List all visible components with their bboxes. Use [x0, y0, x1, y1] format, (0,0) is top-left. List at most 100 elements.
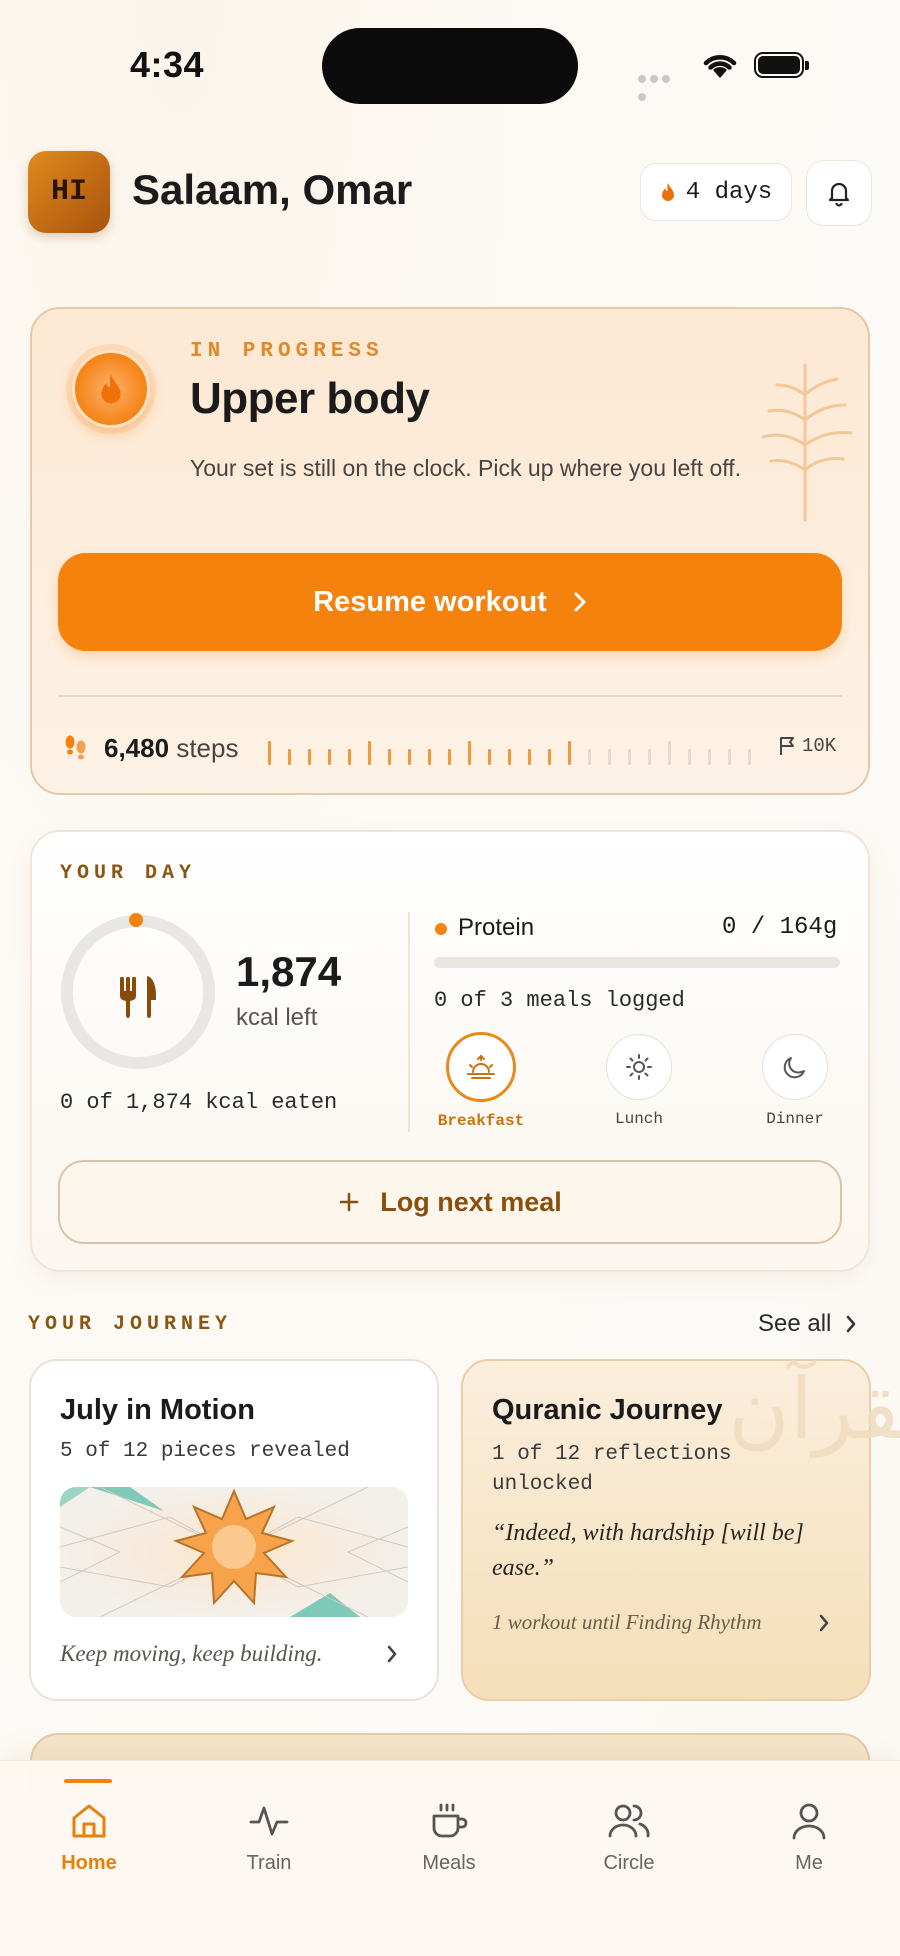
- chevron-right-icon: [818, 1613, 830, 1638]
- steps-tick: [748, 749, 751, 765]
- active-tab-indicator: [64, 1779, 112, 1783]
- tab-train-label: Train: [246, 1852, 292, 1874]
- meal-dinner-label: Dinner: [766, 1110, 824, 1128]
- workout-description: Your set is still on the clock. Pick up …: [190, 455, 742, 481]
- flame-icon: [661, 183, 674, 201]
- sunrise-icon: [446, 1032, 516, 1102]
- steps-tick: [268, 741, 271, 765]
- workout-card: [30, 307, 870, 795]
- sun-icon: [606, 1034, 672, 1100]
- tab-meals[interactable]: Meals: [389, 1800, 509, 1875]
- steps-tick: [648, 749, 651, 765]
- journey-section-label: YOUR JOURNEY: [28, 1313, 233, 1336]
- flag-icon: [780, 737, 794, 755]
- journey-card-motion-caption: Keep moving, keep building.: [60, 1641, 323, 1666]
- protein-label: Protein: [458, 914, 535, 941]
- streak-label: 4 days: [685, 178, 773, 206]
- steps-tick: [728, 749, 731, 765]
- workout-status: IN PROGRESS: [190, 340, 384, 363]
- journey-card-quran-footer: 1 workout until Finding Rhythm: [492, 1610, 762, 1634]
- steps-tick: [548, 749, 551, 765]
- battery-icon: [754, 52, 809, 78]
- steps-value: 6,480: [104, 733, 170, 763]
- log-next-meal-button[interactable]: Log next meal: [58, 1160, 842, 1244]
- bell-icon: [828, 182, 850, 207]
- cellular-signal-icon: [638, 70, 684, 101]
- steps-unit: steps: [176, 733, 239, 763]
- tab-meals-label: Meals: [422, 1852, 476, 1874]
- steps-tick: [488, 749, 491, 765]
- see-all-link[interactable]: See all: [758, 1310, 857, 1338]
- meal-breakfast[interactable]: Breakfast: [421, 1032, 541, 1130]
- steps-tick: [428, 749, 431, 765]
- calorie-ring: [58, 912, 218, 1077]
- meal-dinner[interactable]: Dinner: [735, 1034, 855, 1128]
- kcal-left-value: 1,874: [236, 948, 342, 995]
- protein-value: 0 / 164g: [722, 914, 838, 941]
- avatar[interactable]: HI: [28, 151, 110, 233]
- see-all-label: See all: [758, 1310, 832, 1337]
- home-icon: [72, 1804, 106, 1838]
- workout-title: Upper body: [190, 374, 430, 423]
- steps-tick: [328, 749, 331, 765]
- day-divider: [408, 912, 410, 1132]
- workout-divider: [58, 695, 842, 697]
- activity-icon: [249, 1806, 289, 1836]
- steps-goal-label: 10K: [802, 735, 837, 757]
- steps-tick: [348, 749, 351, 765]
- steps-goal: 10K: [778, 735, 836, 757]
- fork-knife-icon: [120, 976, 156, 1018]
- wheat-decoration-icon: [755, 355, 855, 530]
- tab-home-label: Home: [61, 1852, 117, 1874]
- steps-tick: [368, 741, 371, 765]
- steps-tick: [468, 741, 471, 765]
- app-screen: 4:34 HI Salaam, Omar 4 days IN PROGRESS …: [0, 0, 900, 1956]
- moon-icon: [762, 1034, 828, 1100]
- journey-card-quran-title: Quranic Journey: [492, 1394, 723, 1426]
- resume-workout-button[interactable]: Resume workout: [58, 553, 842, 651]
- journey-card-motion-subtitle: 5 of 12 pieces revealed: [60, 1440, 350, 1463]
- person-icon: [792, 1803, 826, 1840]
- tab-me[interactable]: Me: [749, 1800, 869, 1875]
- journey-card-quran-subtitle: 1 of 12 reflections unlocked: [492, 1443, 732, 1496]
- steps-tick: [688, 749, 691, 765]
- resume-workout-label: Resume workout: [313, 585, 547, 618]
- tab-home[interactable]: Home: [29, 1800, 149, 1875]
- chevron-right-icon: [847, 1315, 856, 1333]
- steps-tick: [668, 741, 671, 765]
- log-next-meal-label: Log next meal: [380, 1186, 562, 1217]
- chevron-right-icon: [386, 1644, 398, 1669]
- steps-tick: [608, 749, 611, 765]
- kcal-left-label: kcal left: [236, 1004, 318, 1031]
- tab-circle[interactable]: Circle: [569, 1800, 689, 1875]
- protein-progress-bar: [434, 957, 840, 968]
- meals-logged: 0 of 3 meals logged: [434, 988, 685, 1013]
- chevron-right-icon: [574, 592, 586, 612]
- dynamic-island: [322, 28, 578, 104]
- tab-circle-label: Circle: [603, 1852, 655, 1874]
- steps-tick: [528, 749, 531, 765]
- steps-tick: [388, 749, 391, 765]
- people-icon: [608, 1804, 650, 1838]
- workout-flame-icon: [72, 350, 150, 428]
- steps-tick: [448, 749, 451, 765]
- streak-badge[interactable]: 4 days: [640, 163, 792, 221]
- steps-tick: [508, 749, 511, 765]
- meal-lunch[interactable]: Lunch: [579, 1034, 699, 1128]
- journey-card-motion-title: July in Motion: [60, 1394, 255, 1426]
- steps-tick: [308, 749, 311, 765]
- meal-lunch-label: Lunch: [614, 1110, 663, 1128]
- steps-tick: [708, 749, 711, 765]
- wifi-icon: [700, 50, 740, 85]
- footprints-icon: [62, 733, 90, 768]
- steps-tick: [408, 749, 411, 765]
- day-section-label: YOUR DAY: [60, 862, 197, 885]
- tab-train[interactable]: Train: [209, 1800, 329, 1875]
- meal-breakfast-label: Breakfast: [437, 1112, 525, 1130]
- notifications-button[interactable]: [806, 160, 872, 226]
- cup-icon: [432, 1803, 468, 1838]
- steps-tick: [568, 741, 571, 765]
- journey-card-quran-quote: “Indeed, with hardship [will be] ease.”: [492, 1520, 804, 1581]
- kcal-eaten: 0 of 1,874 kcal eaten: [60, 1090, 338, 1115]
- steps-count: 6,480 steps: [104, 733, 238, 764]
